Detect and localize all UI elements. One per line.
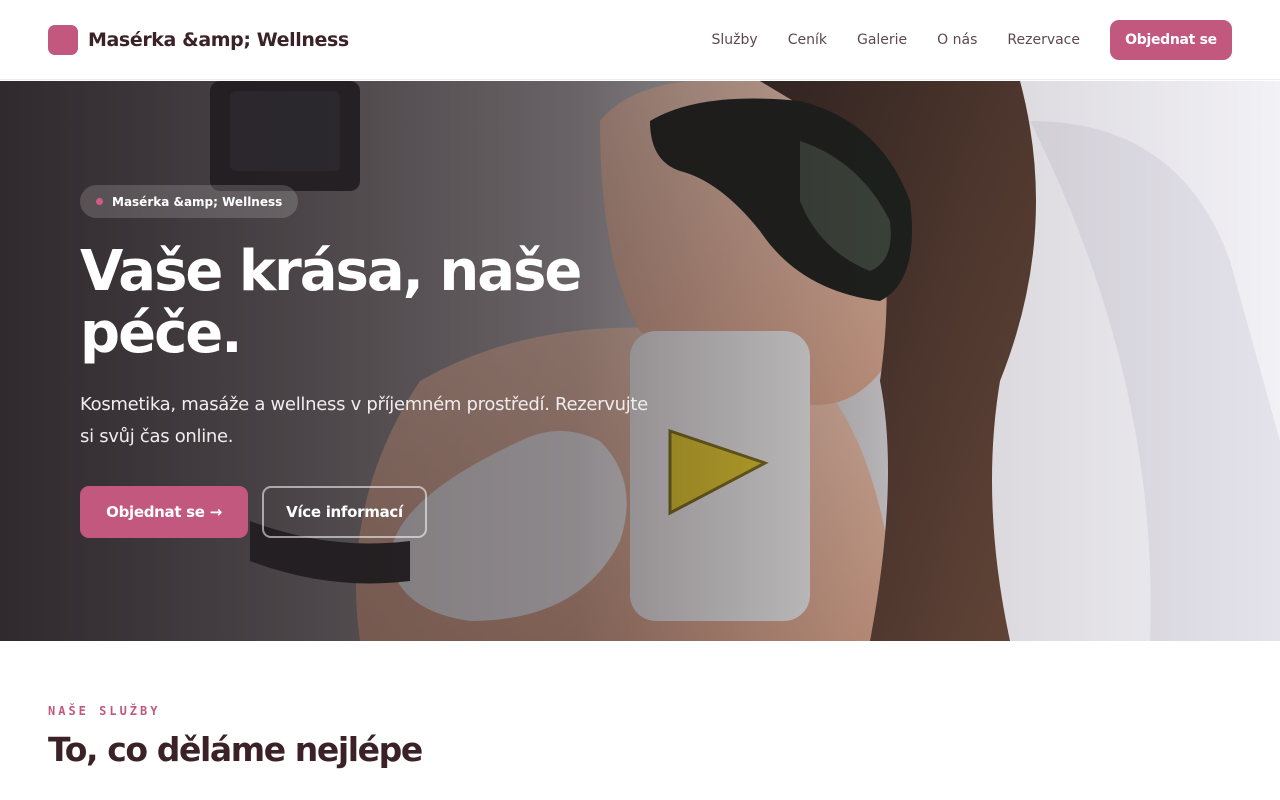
brand-logo[interactable]: Masérka &amp; Wellness [48, 24, 349, 55]
dot-icon [96, 198, 103, 205]
hero-order-button[interactable]: Objednat se → [80, 486, 248, 538]
main-nav: Služby Ceník Galerie O nás Rezervace Obj… [712, 19, 1232, 60]
nav-item-o-nas[interactable]: O nás [937, 32, 977, 48]
services-eyebrow: NAŠE SLUŽBY [48, 704, 161, 718]
hero-more-info-button[interactable]: Více informací [262, 486, 427, 538]
hero-badge-label: Masérka &amp; Wellness [112, 194, 283, 209]
rounded-square-logo-icon [48, 24, 78, 55]
site-header: Masérka &amp; Wellness Služby Ceník Gale… [0, 0, 1280, 80]
brand-name: Masérka &amp; Wellness [88, 28, 349, 51]
hero-badge: Masérka &amp; Wellness [80, 185, 299, 218]
hero-title-line2: péče. [80, 301, 243, 366]
hero-title-line1: Vaše krása, naše [80, 239, 582, 304]
hero-title: Vaše krása, naše péče. [80, 241, 640, 365]
nav-item-sluzby[interactable]: Služby [712, 32, 758, 48]
hero-section: Masérka &amp; Wellness Vaše krása, naše … [0, 81, 1280, 641]
nav-item-cenik[interactable]: Ceník [788, 32, 827, 48]
hero-subtitle: Kosmetika, masáže a wellness v příjemném… [80, 394, 648, 447]
header-order-button[interactable]: Objednat se [1110, 19, 1232, 60]
nav-item-rezervace[interactable]: Rezervace [1007, 32, 1080, 48]
nav-item-galerie[interactable]: Galerie [857, 32, 907, 48]
services-title: To, co děláme nejlépe [48, 730, 423, 769]
